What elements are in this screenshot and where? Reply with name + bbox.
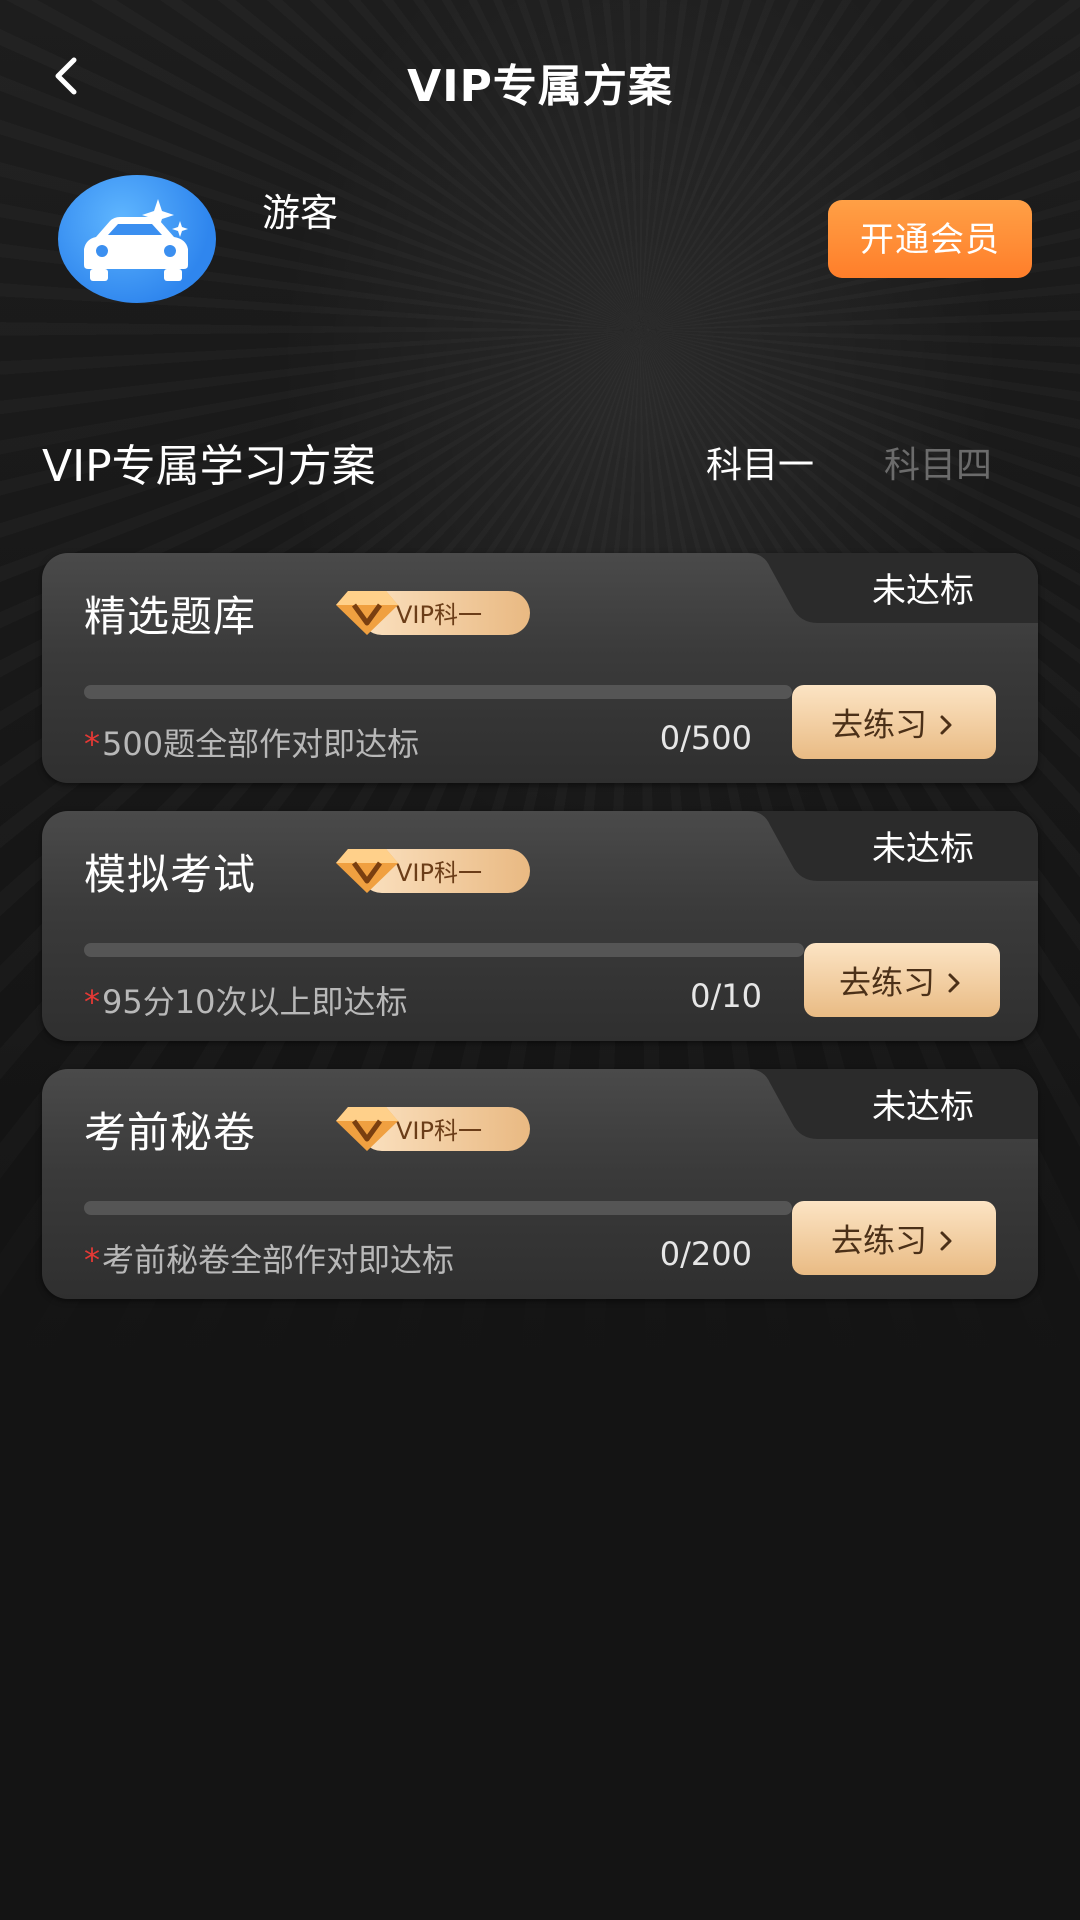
- diamond-icon: [334, 845, 400, 895]
- description-text: 95分10次以上即达标: [102, 983, 408, 1021]
- page-title: VIP专属方案: [407, 61, 673, 112]
- card-title: 精选题库: [84, 592, 257, 641]
- progress-bar: [84, 685, 792, 699]
- description-text: 500题全部作对即达标: [102, 725, 420, 763]
- status-tab: 未达标: [748, 1069, 1038, 1139]
- open-vip-button[interactable]: 开通会员: [828, 200, 1032, 278]
- section-header: VIP专属学习方案 科目一 科目四: [0, 420, 1080, 500]
- plan-card-question-bank: 未达标 精选题库 VIP科一 *500题全部作对即达标 0/500 去练习: [42, 553, 1038, 783]
- nav-header: VIP专属方案: [0, 20, 1080, 130]
- status-bar: [0, 0, 1080, 12]
- card-title: 模拟考试: [84, 850, 257, 899]
- vip-badge-label: VIP科一: [396, 859, 482, 887]
- practice-button-label: 去练习: [838, 964, 935, 1001]
- vip-badge-label: VIP科一: [396, 1117, 482, 1145]
- tab-subject-four[interactable]: 科目四: [884, 436, 992, 488]
- chevron-right-icon: [935, 1230, 957, 1252]
- username: 游客: [262, 191, 339, 235]
- status-badge: 未达标: [872, 1087, 974, 1127]
- diamond-icon: [334, 1103, 400, 1153]
- progress-count: 0/500: [659, 719, 752, 757]
- progress-bar: [84, 1201, 792, 1215]
- card-description: *95分10次以上即达标: [84, 977, 407, 1023]
- plan-card-mock-exam: 未达标 模拟考试 VIP科一 *95分10次以上即达标 0/10 去练习: [42, 811, 1038, 1041]
- vip-badge-label: VIP科一: [396, 601, 482, 629]
- card-title: 考前秘卷: [84, 1108, 257, 1157]
- section-title: VIP专属学习方案: [42, 441, 376, 492]
- vip-plan-page: VIP专属方案 游客 开通会员 VIP专属学习方案 科目一 科目四 未达标 精选…: [0, 0, 1080, 1920]
- progress-count: 0/200: [659, 1235, 752, 1273]
- progress-count: 0/10: [690, 977, 762, 1015]
- required-asterisk: *: [84, 1241, 100, 1279]
- profile-section: 游客 开通会员: [0, 170, 1080, 310]
- chevron-right-icon: [943, 972, 965, 994]
- required-asterisk: *: [84, 983, 100, 1021]
- practice-button-label: 去练习: [830, 1222, 927, 1259]
- diamond-icon: [334, 587, 400, 637]
- status-badge: 未达标: [872, 571, 974, 611]
- required-asterisk: *: [84, 725, 100, 763]
- car-sparkle-icon: [84, 199, 188, 281]
- tab-subject-one[interactable]: 科目一: [706, 436, 814, 488]
- practice-button[interactable]: 去练习: [804, 943, 1000, 1017]
- progress-bar: [84, 943, 804, 957]
- status-tab: 未达标: [748, 553, 1038, 623]
- vip-badge: VIP科一: [334, 1103, 534, 1153]
- card-description: *500题全部作对即达标: [84, 719, 419, 765]
- practice-button[interactable]: 去练习: [792, 685, 996, 759]
- vip-badge: VIP科一: [334, 845, 534, 895]
- chevron-right-icon: [935, 714, 957, 736]
- status-tab: 未达标: [748, 811, 1038, 881]
- description-text: 考前秘卷全部作对即达标: [102, 1241, 455, 1279]
- practice-button[interactable]: 去练习: [792, 1201, 996, 1275]
- card-description: *考前秘卷全部作对即达标: [84, 1235, 454, 1281]
- vip-badge: VIP科一: [334, 587, 534, 637]
- avatar[interactable]: [58, 175, 216, 303]
- status-badge: 未达标: [872, 829, 974, 869]
- practice-button-label: 去练习: [830, 706, 927, 743]
- plan-card-secret-paper: 未达标 考前秘卷 VIP科一 *考前秘卷全部作对即达标 0/200 去练习: [42, 1069, 1038, 1299]
